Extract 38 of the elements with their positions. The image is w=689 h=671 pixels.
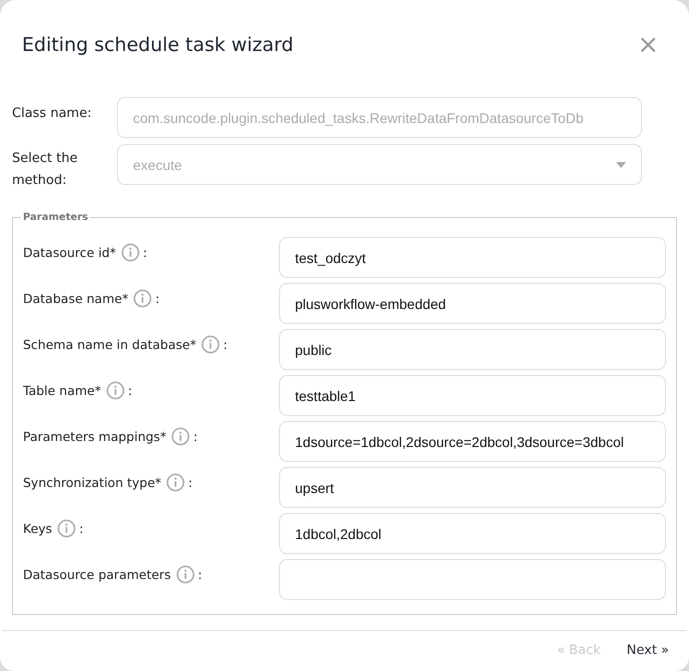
- parameter-field[interactable]: upsert: [279, 467, 666, 508]
- field-label: Parameters mappings*: [23, 429, 166, 444]
- field-label: Select the method:: [12, 150, 79, 190]
- info-icon[interactable]: [201, 335, 220, 354]
- field-label: Datasource parameters: [23, 567, 171, 582]
- info-icon[interactable]: [57, 519, 76, 538]
- field-label: Table name*: [23, 383, 101, 398]
- panel-legend: Parameters: [21, 212, 90, 223]
- label-colon: :: [79, 521, 84, 536]
- info-icon[interactable]: [166, 473, 186, 492]
- dialog-title: Editing schedule task wizard: [22, 34, 294, 56]
- info-icon[interactable]: [106, 381, 125, 400]
- parameter-field[interactable]: plusworkflow-embedded: [279, 283, 666, 324]
- parameter-field[interactable]: [279, 559, 666, 600]
- info-icon[interactable]: [133, 289, 152, 308]
- parameter-field[interactable]: 1dbcol,2dbcol: [279, 513, 666, 554]
- info-icon[interactable]: [171, 427, 190, 446]
- label-colon: :: [193, 429, 198, 444]
- next-button[interactable]: Next »: [626, 642, 669, 658]
- label-colon: :: [128, 383, 132, 398]
- field-label: Database name*: [23, 291, 128, 306]
- label-colon: :: [143, 245, 148, 260]
- label-colon: :: [223, 337, 228, 352]
- caret-icon: [616, 162, 626, 168]
- label-colon: :: [188, 475, 192, 490]
- parameter-field[interactable]: testtable1: [279, 375, 666, 416]
- field-label: Datasource id*: [23, 245, 116, 260]
- field-label: Keys: [23, 521, 52, 536]
- field-label: Class name:: [12, 105, 93, 123]
- label-colon: :: [155, 291, 160, 306]
- parameter-field[interactable]: 1dsource=1dbcol,2dsource=2dbcol,3dsource=3dbcol: [279, 421, 666, 462]
- info-icon[interactable]: [121, 243, 140, 262]
- field-label: Synchronization type*: [23, 475, 162, 490]
- info-icon[interactable]: [176, 565, 195, 584]
- field-label: Schema name in database*: [23, 337, 196, 352]
- parameter-field[interactable]: test_odczyt: [279, 237, 666, 278]
- label-colon: :: [198, 567, 202, 582]
- parameter-field[interactable]: public: [279, 329, 666, 370]
